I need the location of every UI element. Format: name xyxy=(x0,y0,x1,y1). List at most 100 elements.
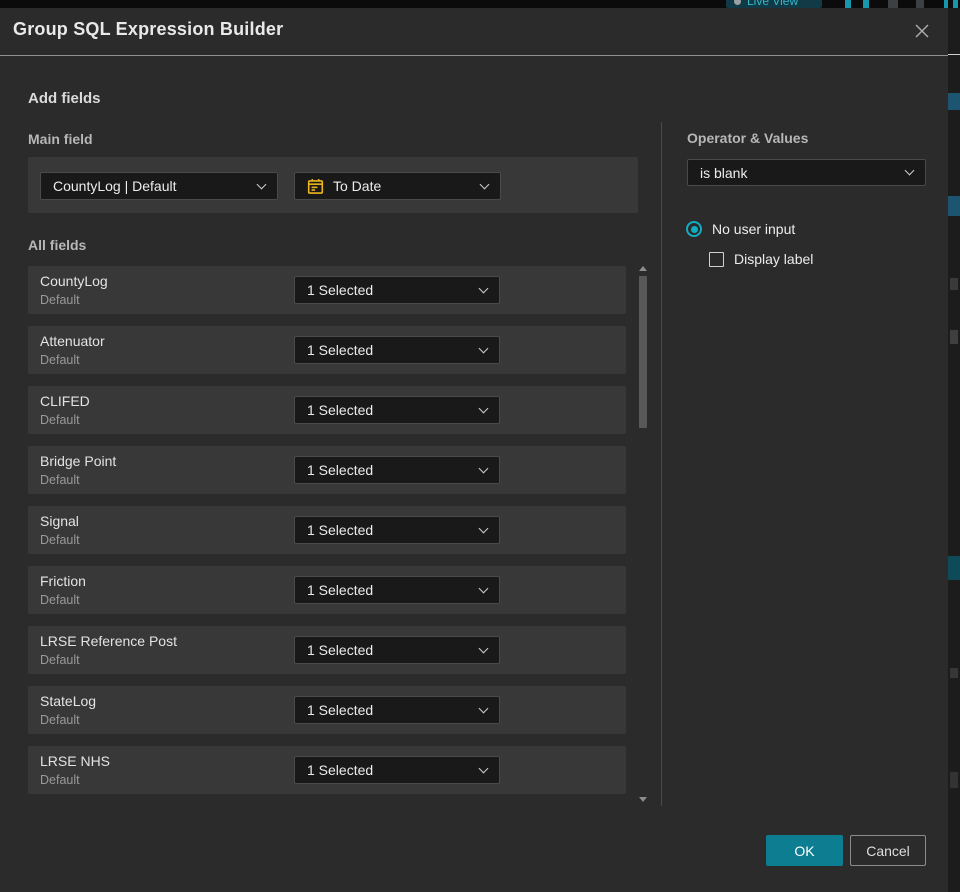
display-label-checkbox[interactable]: Display label xyxy=(709,251,813,267)
background-item-fragment xyxy=(950,668,958,678)
chevron-down-icon xyxy=(478,283,489,293)
field-selected-dropdown[interactable]: 1 Selected xyxy=(294,696,500,724)
field-subtitle: Default xyxy=(40,473,80,487)
field-selected-dropdown[interactable]: 1 Selected xyxy=(294,456,500,484)
dialog-title: Group SQL Expression Builder xyxy=(13,19,284,39)
scrollbar-up-arrow-icon[interactable] xyxy=(639,266,647,271)
selected-count: 1 Selected xyxy=(307,522,374,538)
field-subtitle: Default xyxy=(40,773,80,787)
operator-select-value: is blank xyxy=(700,164,748,181)
calendar-icon xyxy=(307,178,324,194)
background-panel-strip xyxy=(948,8,960,892)
chevron-down-icon xyxy=(478,343,489,353)
background-item-fragment xyxy=(948,93,960,110)
field-selected-dropdown[interactable]: 1 Selected xyxy=(294,576,500,604)
field-row-clifed: CLIFED Default 1 Selected xyxy=(28,386,626,434)
toolbar-icon-fragment xyxy=(863,0,869,8)
field-name: CLIFED xyxy=(40,393,90,409)
operator-values-label: Operator & Values xyxy=(687,130,809,146)
main-field-label: Main field xyxy=(28,131,93,147)
field-name: LRSE NHS xyxy=(40,753,111,769)
field-name: Signal xyxy=(40,513,79,529)
scrollbar-down-arrow-icon[interactable] xyxy=(639,797,647,802)
background-item-fragment xyxy=(948,556,960,580)
add-fields-heading: Add fields xyxy=(28,90,101,107)
all-fields-label: All fields xyxy=(28,237,87,253)
field-row-lrse-nhs: LRSE NHS Default 1 Selected xyxy=(28,746,626,794)
field-selected-dropdown[interactable]: 1 Selected xyxy=(294,336,500,364)
field-subtitle: Default xyxy=(40,713,80,727)
panel-divider xyxy=(661,122,662,806)
chevron-down-icon xyxy=(478,763,489,773)
main-field-select[interactable]: CountyLog | Default xyxy=(40,172,278,200)
field-selected-dropdown[interactable]: 1 Selected xyxy=(294,636,500,664)
toolbar-icon-fragment xyxy=(953,0,958,8)
chevron-down-icon xyxy=(904,165,915,176)
field-selected-dropdown[interactable]: 1 Selected xyxy=(294,756,500,784)
background-item-fragment xyxy=(950,772,958,788)
ok-button[interactable]: OK xyxy=(766,835,843,866)
field-selected-dropdown[interactable]: 1 Selected xyxy=(294,516,500,544)
field-name: LRSE Reference Post xyxy=(40,633,177,649)
selected-count: 1 Selected xyxy=(307,642,374,658)
selected-count: 1 Selected xyxy=(307,702,374,718)
cancel-button[interactable]: Cancel xyxy=(850,835,926,866)
field-name: StateLog xyxy=(40,693,97,709)
background-item-fragment xyxy=(948,196,960,216)
chevron-down-icon xyxy=(478,643,489,653)
field-row-statelog: StateLog Default 1 Selected xyxy=(28,686,626,734)
main-field-select-value: CountyLog | Default xyxy=(53,178,177,194)
field-subtitle: Default xyxy=(40,653,80,667)
field-subtitle: Default xyxy=(40,593,80,607)
dialog-header: Group SQL Expression Builder xyxy=(0,8,948,56)
field-subtitle: Default xyxy=(40,293,80,307)
operator-select[interactable]: is blank xyxy=(687,159,926,186)
group-sql-expression-builder-dialog: Group SQL Expression Builder Add fields … xyxy=(0,8,948,892)
field-subtitle: Default xyxy=(40,413,80,427)
field-row-friction: Friction Default 1 Selected xyxy=(28,566,626,614)
field-subtitle: Default xyxy=(40,533,80,547)
scrollbar-thumb[interactable] xyxy=(639,276,647,428)
chevron-down-icon xyxy=(256,179,267,189)
background-item-fragment xyxy=(950,330,958,344)
no-user-input-radio[interactable]: No user input xyxy=(686,221,795,237)
status-dot-icon xyxy=(734,0,741,5)
field-name: Attenuator xyxy=(40,333,105,349)
background-toolbar-strip: Live View xyxy=(0,0,960,8)
main-field-container: CountyLog | Default To Date xyxy=(28,157,638,213)
field-selected-dropdown[interactable]: 1 Selected xyxy=(294,396,500,424)
main-field-type-select[interactable]: To Date xyxy=(294,172,501,200)
chevron-down-icon xyxy=(478,463,489,473)
toolbar-icon-fragment xyxy=(916,0,924,8)
field-row-attenuator: Attenuator Default 1 Selected xyxy=(28,326,626,374)
background-divider xyxy=(948,54,960,55)
toolbar-icon-fragment xyxy=(845,0,851,8)
field-subtitle: Default xyxy=(40,353,80,367)
field-name: CountyLog xyxy=(40,273,108,289)
toolbar-icon-fragment xyxy=(888,0,898,8)
selected-count: 1 Selected xyxy=(307,462,374,478)
screen: Live View Group SQL Expression Builder A… xyxy=(0,0,960,892)
toolbar-icon-fragment xyxy=(944,0,948,8)
selected-count: 1 Selected xyxy=(307,582,374,598)
field-row-signal: Signal Default 1 Selected xyxy=(28,506,626,554)
chevron-down-icon xyxy=(478,703,489,713)
selected-count: 1 Selected xyxy=(307,402,374,418)
field-selected-dropdown[interactable]: 1 Selected xyxy=(294,276,500,304)
chevron-down-icon xyxy=(478,583,489,593)
field-row-countylog: CountyLog Default 1 Selected xyxy=(28,266,626,314)
main-field-type-value: To Date xyxy=(333,178,382,194)
checkbox-unchecked-icon xyxy=(709,251,724,267)
field-row-bridge-point: Bridge Point Default 1 Selected xyxy=(28,446,626,494)
field-name: Bridge Point xyxy=(40,453,117,469)
radio-label: No user input xyxy=(712,221,796,237)
selected-count: 1 Selected xyxy=(307,342,374,358)
live-view-label: Live View xyxy=(747,0,799,8)
field-name: Friction xyxy=(40,573,86,589)
live-view-button[interactable]: Live View xyxy=(726,0,822,8)
chevron-down-icon xyxy=(479,179,490,189)
chevron-down-icon xyxy=(478,403,489,413)
close-button[interactable] xyxy=(908,17,936,45)
selected-count: 1 Selected xyxy=(307,762,374,778)
selected-count: 1 Selected xyxy=(307,282,374,298)
